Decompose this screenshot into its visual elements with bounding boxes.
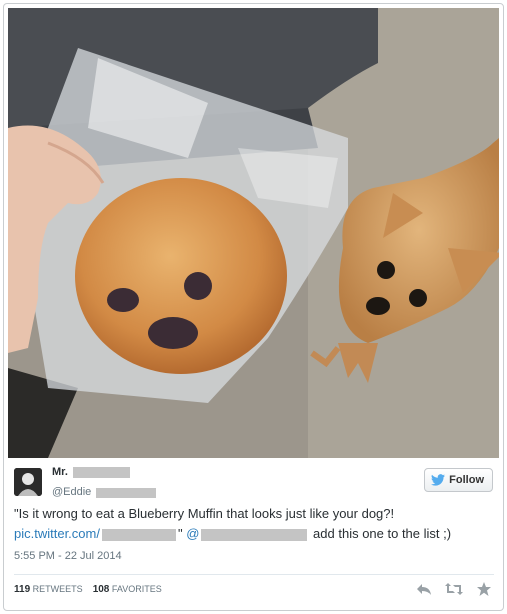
tweet-actions xyxy=(415,580,493,598)
retweets-count[interactable]: 119 xyxy=(14,584,30,595)
user-name[interactable]: Mr. xyxy=(52,466,68,478)
retweet-icon[interactable] xyxy=(445,580,463,598)
mention-link[interactable]: @ xyxy=(186,526,199,541)
pic-link[interactable]: pic.twitter.com/ xyxy=(14,526,100,541)
divider xyxy=(14,574,494,575)
tweet-timestamp[interactable]: 5:55 PM - 22 Jul 2014 xyxy=(14,550,122,562)
redacted-link xyxy=(101,528,176,541)
reply-icon[interactable] xyxy=(415,580,433,598)
twitter-bird-icon xyxy=(431,474,446,486)
retweets-label[interactable]: RETWEETS xyxy=(33,584,83,594)
redacted-name xyxy=(73,467,130,478)
follow-button[interactable]: Follow xyxy=(424,468,493,492)
avatar-image xyxy=(14,468,42,496)
favorites-count[interactable]: 108 xyxy=(93,584,110,595)
user-handle[interactable]: @Eddie xyxy=(52,486,91,498)
redacted-mention xyxy=(201,528,308,541)
tweet-text: "Is it wrong to eat a Blueberry Muffin t… xyxy=(14,504,494,544)
tweet-meta: Mr. @Eddie Follow "Is it wrong to eat a … xyxy=(4,458,503,610)
follow-label: Follow xyxy=(449,474,484,486)
tweet-stats: 119 RETWEETS 108 FAVORITES xyxy=(14,584,162,595)
tweet-text-tail: add this one to the list ;) xyxy=(313,526,452,541)
tweet-card: Mr. @Eddie Follow "Is it wrong to eat a … xyxy=(3,3,504,611)
tweet-text-line2: pic.twitter.com/ " @ add this one to the … xyxy=(14,524,494,544)
redacted-handle xyxy=(96,488,156,498)
favorite-icon[interactable] xyxy=(475,580,493,598)
favorites-label[interactable]: FAVORITES xyxy=(112,584,162,594)
avatar[interactable] xyxy=(14,468,42,496)
quote-close: " xyxy=(177,526,183,541)
tweet-photo[interactable] xyxy=(8,8,499,458)
tweet-text-line1: "Is it wrong to eat a Blueberry Muffin t… xyxy=(14,506,395,521)
